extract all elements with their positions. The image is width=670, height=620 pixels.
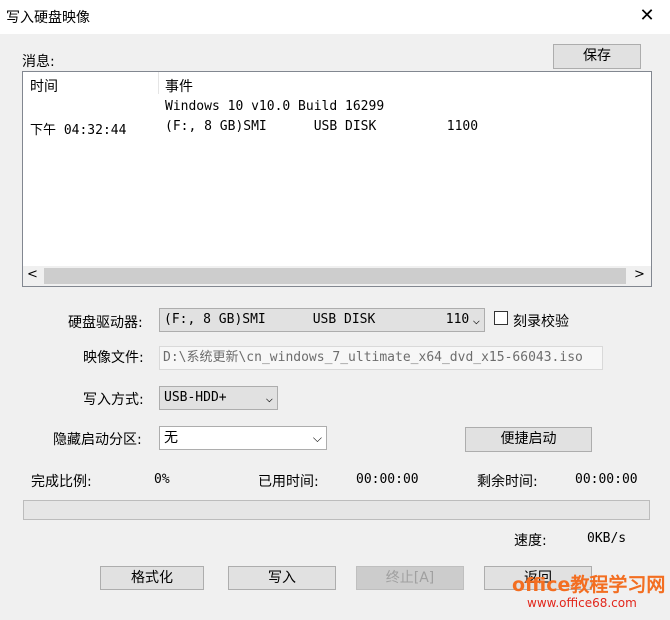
drive-select[interactable]: (F:, 8 GB)SMI USB DISK 1100 ⌵ (159, 308, 485, 332)
drive-label: 硬盘驱动器: (68, 315, 143, 331)
chevron-down-icon: ⌵ (468, 309, 480, 331)
column-header-event[interactable]: 事件 (165, 76, 193, 96)
hidden-partition-select[interactable]: 无 ⌵ (159, 426, 327, 450)
speed-label: 速度: (514, 533, 547, 549)
format-button[interactable]: 格式化 (100, 566, 204, 590)
percent-label: 完成比例: (31, 474, 92, 490)
remaining-label: 剩余时间: (477, 474, 538, 490)
hidden-partition-label: 隐藏启动分区: (53, 432, 142, 448)
write-mode-value: USB-HDD+ (164, 390, 227, 405)
percent-value: 0% (154, 472, 170, 487)
save-button[interactable]: 保存 (553, 44, 641, 69)
elapsed-label: 已用时间: (258, 474, 319, 490)
progress-bar (23, 500, 650, 520)
scroll-right-icon[interactable]: > (634, 267, 645, 282)
remaining-value: 00:00:00 (575, 472, 638, 487)
drive-select-value: (F:, 8 GB)SMI USB DISK 1100 (164, 312, 478, 327)
elapsed-value: 00:00:00 (356, 472, 419, 487)
scroll-left-icon[interactable]: < (27, 267, 38, 282)
image-file-label: 映像文件: (83, 350, 144, 366)
stop-button[interactable]: 终止[A] (356, 566, 464, 590)
image-file-field[interactable]: D:\系统更新\cn_windows_7_ultimate_x64_dvd_x1… (159, 346, 603, 370)
write-button[interactable]: 写入 (228, 566, 336, 590)
watermark-title: office教程学习网 (512, 574, 666, 596)
close-button[interactable]: ✕ (632, 2, 662, 30)
quick-boot-button[interactable]: 便捷启动 (465, 427, 592, 452)
verify-label: 刻录校验 (513, 314, 569, 330)
title-bar (0, 0, 670, 34)
write-mode-label: 写入方式: (83, 392, 144, 408)
chevron-down-icon: ⌵ (265, 391, 273, 405)
speed-value: 0KB/s (587, 531, 627, 546)
scrollbar-thumb[interactable] (44, 268, 626, 284)
messages-label: 消息: (22, 54, 55, 70)
chevron-down-icon: ⌵ (312, 431, 322, 445)
watermark-url: www.office68.com (527, 596, 637, 610)
window-title: 写入硬盘映像 (6, 10, 90, 26)
log-row-time: 下午 04:32:44 (30, 123, 127, 138)
log-row-event: Windows 10 v10.0 Build 16299 (165, 99, 385, 114)
verify-checkbox[interactable] (494, 311, 508, 325)
column-header-time[interactable]: 时间 (30, 76, 58, 96)
hidden-partition-value: 无 (164, 430, 178, 446)
log-row-event: (F:, 8 GB)SMI USB DISK 1100 (165, 119, 479, 134)
column-separator (158, 72, 159, 94)
write-mode-select[interactable]: USB-HDD+ ⌵ (159, 386, 278, 410)
